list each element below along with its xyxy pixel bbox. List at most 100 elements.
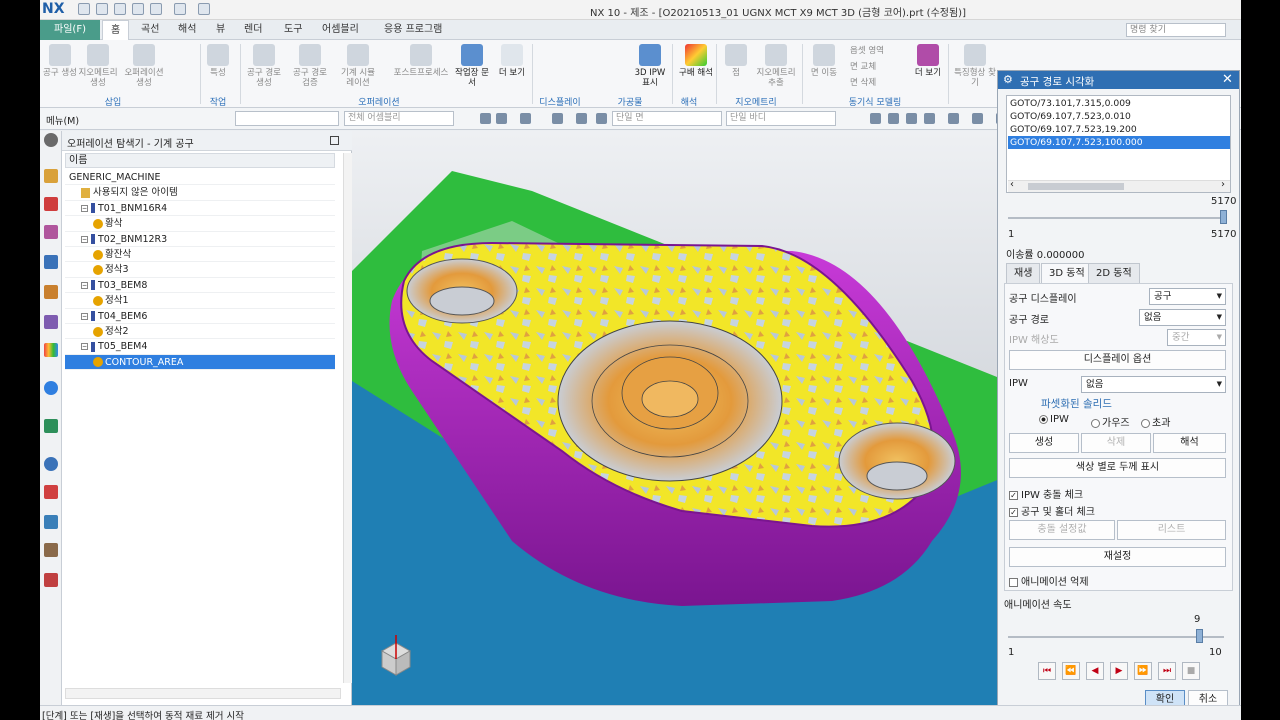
generate-toolpath-button[interactable]: 공구 경로 생성 xyxy=(244,44,284,88)
body-rule-combo[interactable]: 단일 바디 xyxy=(726,111,836,126)
step-forward-button[interactable]: ⏩ xyxy=(1134,662,1152,680)
extract-geometry-button[interactable]: 지오메트리 추출 xyxy=(752,44,800,88)
reset-button[interactable]: 재설정 xyxy=(1009,547,1226,567)
offset-region-button[interactable]: 옵셋 영역 xyxy=(850,44,884,56)
tree-row[interactable]: − T03_BEM8 xyxy=(65,278,335,294)
toolpath-line[interactable]: GOTO/69.107,7.523,100.000 xyxy=(1008,136,1230,149)
roles-icon[interactable] xyxy=(44,573,58,587)
step-back-button[interactable]: ⏪ xyxy=(1062,662,1080,680)
graphics-viewport[interactable] xyxy=(352,131,1007,705)
tab-assembly[interactable]: 어셈블리 xyxy=(314,20,367,40)
properties-button[interactable]: 특성 xyxy=(198,44,238,78)
create-button[interactable]: 생성 xyxy=(1009,433,1079,453)
collision-settings-button[interactable]: 충돌 설정값 xyxy=(1009,520,1115,540)
palette-icon[interactable] xyxy=(44,343,58,357)
process-studio-icon[interactable] xyxy=(44,515,58,529)
toolpath-line[interactable]: GOTO/69.107,7.523,0.010 xyxy=(1008,110,1230,123)
scroll-right-icon[interactable]: › xyxy=(1221,179,1225,190)
delete-button[interactable]: 삭제 xyxy=(1081,433,1151,453)
suppress-animation-checkbox[interactable]: 애니메이션 억제 xyxy=(1009,573,1089,588)
radio-gouge[interactable]: 가우즈 xyxy=(1091,414,1130,429)
command-search-input[interactable]: 명령 찾기 xyxy=(1126,23,1226,37)
tab-home[interactable]: 홈 xyxy=(102,20,130,40)
ipw-resolution-select[interactable]: 중간 ▼ xyxy=(1167,329,1226,346)
maximize-icon[interactable] xyxy=(330,136,339,145)
tree-row[interactable]: 황잔삭 xyxy=(65,247,335,263)
close-icon[interactable]: ✕ xyxy=(1222,72,1233,87)
select-icon[interactable] xyxy=(520,113,531,124)
go-to-end-button[interactable]: ⏭ xyxy=(1158,662,1176,680)
orient-view-icon[interactable] xyxy=(948,113,959,124)
machine-simulation-button[interactable]: 기계 시뮬레이션 xyxy=(338,44,378,88)
settings-icon[interactable] xyxy=(44,133,58,147)
layer-icon[interactable] xyxy=(972,113,983,124)
verify-toolpath-button[interactable]: 공구 경로 검증 xyxy=(290,44,330,88)
collapse-icon[interactable]: − xyxy=(81,312,88,320)
ipw-collision-checkbox[interactable]: ✓ IPW 충돌 체크 xyxy=(1009,486,1083,501)
ipw-select[interactable]: 없음 ▼ xyxy=(1081,376,1226,393)
tree-row[interactable]: 정삭1 xyxy=(65,293,335,309)
window-switch-icon[interactable] xyxy=(198,3,210,15)
select-icon[interactable] xyxy=(576,113,587,124)
operation-navigator-icon[interactable] xyxy=(44,255,58,269)
reuse-library-icon[interactable] xyxy=(44,419,58,433)
create-geometry-button[interactable]: 지오메트리 생성 xyxy=(78,44,118,88)
analyze-button[interactable]: 해석 xyxy=(1153,433,1226,453)
manufacturing-wizard-icon[interactable] xyxy=(44,543,58,557)
scroll-left-icon[interactable]: ‹ xyxy=(1010,179,1014,190)
cut-icon[interactable] xyxy=(114,3,126,15)
part-navigator-icon[interactable] xyxy=(44,225,58,239)
undo-icon[interactable] xyxy=(96,3,108,15)
render-style-icon[interactable] xyxy=(924,113,935,124)
gear-icon[interactable]: ⚙ xyxy=(1003,73,1013,86)
vertical-scrollbar[interactable] xyxy=(343,153,352,683)
tab-replay[interactable]: 재생 xyxy=(1006,263,1041,283)
delete-face-button[interactable]: 면 삭제 xyxy=(850,76,876,88)
tree-row[interactable]: GENERIC_MACHINE xyxy=(65,170,335,186)
tab-analysis[interactable]: 해석 xyxy=(170,20,204,40)
toolpath-slider-thumb[interactable] xyxy=(1220,210,1227,224)
listbox-scrollbar[interactable]: ‹ › xyxy=(1008,179,1230,192)
assembly-navigator-icon[interactable] xyxy=(44,169,58,183)
shop-doc-button[interactable]: 작업장 문서 xyxy=(452,44,492,88)
menu-button[interactable]: 메뉴(M) xyxy=(46,113,79,127)
rewind-to-start-button[interactable]: ⏮ xyxy=(1038,662,1056,680)
3d-ipw-button[interactable]: 3D IPW 표시 xyxy=(630,44,670,88)
file-tab[interactable]: 파일(F) xyxy=(40,20,100,40)
assembly-scope-combo[interactable]: 전체 어셈블리 xyxy=(344,111,454,126)
select-icon[interactable] xyxy=(496,113,507,124)
radio-button[interactable] xyxy=(1091,418,1100,428)
select-icon[interactable] xyxy=(480,113,491,124)
point-button[interactable]: 점 xyxy=(716,44,756,78)
constraint-navigator-icon[interactable] xyxy=(44,197,58,211)
face-rule-combo[interactable]: 단일 면 xyxy=(612,111,722,126)
list-button[interactable]: 리스트 xyxy=(1117,520,1226,540)
more-button-2[interactable]: 더 보기 xyxy=(908,44,948,78)
play-button[interactable]: ▶ xyxy=(1110,662,1128,680)
type-filter-combo[interactable] xyxy=(235,111,339,126)
checkbox-unchecked-icon[interactable] xyxy=(1009,577,1018,587)
tree-row[interactable]: − T01_BNM16R4 xyxy=(65,201,335,217)
tree-row[interactable]: CONTOUR_AREA xyxy=(65,354,335,371)
checkbox-checked-icon[interactable]: ✓ xyxy=(1009,507,1018,517)
find-features-button[interactable]: 특징형상 찾기 xyxy=(952,44,998,88)
collapse-icon[interactable]: − xyxy=(81,204,88,212)
select-icon[interactable] xyxy=(596,113,607,124)
copy-icon[interactable] xyxy=(132,3,144,15)
tree-row[interactable]: 사용되지 않은 아이템 xyxy=(65,185,335,201)
fit-view-icon[interactable] xyxy=(870,113,881,124)
create-tool-button[interactable]: 공구 생성 xyxy=(40,44,80,78)
draft-analysis-button[interactable]: 구배 해석 xyxy=(676,44,716,78)
radio-button[interactable] xyxy=(1141,418,1150,428)
radio-button[interactable] xyxy=(1039,414,1048,424)
toolpath-position-slider[interactable] xyxy=(1008,217,1224,219)
repeat-command-icon[interactable] xyxy=(174,3,186,15)
rotate-icon[interactable] xyxy=(906,113,917,124)
system-materials-icon[interactable] xyxy=(44,485,58,499)
scroll-thumb[interactable] xyxy=(1028,183,1124,190)
tree-row[interactable]: 정삭2 xyxy=(65,324,335,340)
collapse-icon[interactable]: − xyxy=(81,343,88,351)
tab-curve[interactable]: 곡선 xyxy=(133,20,167,40)
stop-button[interactable]: ■ xyxy=(1182,662,1200,680)
tab-render[interactable]: 렌더 xyxy=(236,20,270,40)
